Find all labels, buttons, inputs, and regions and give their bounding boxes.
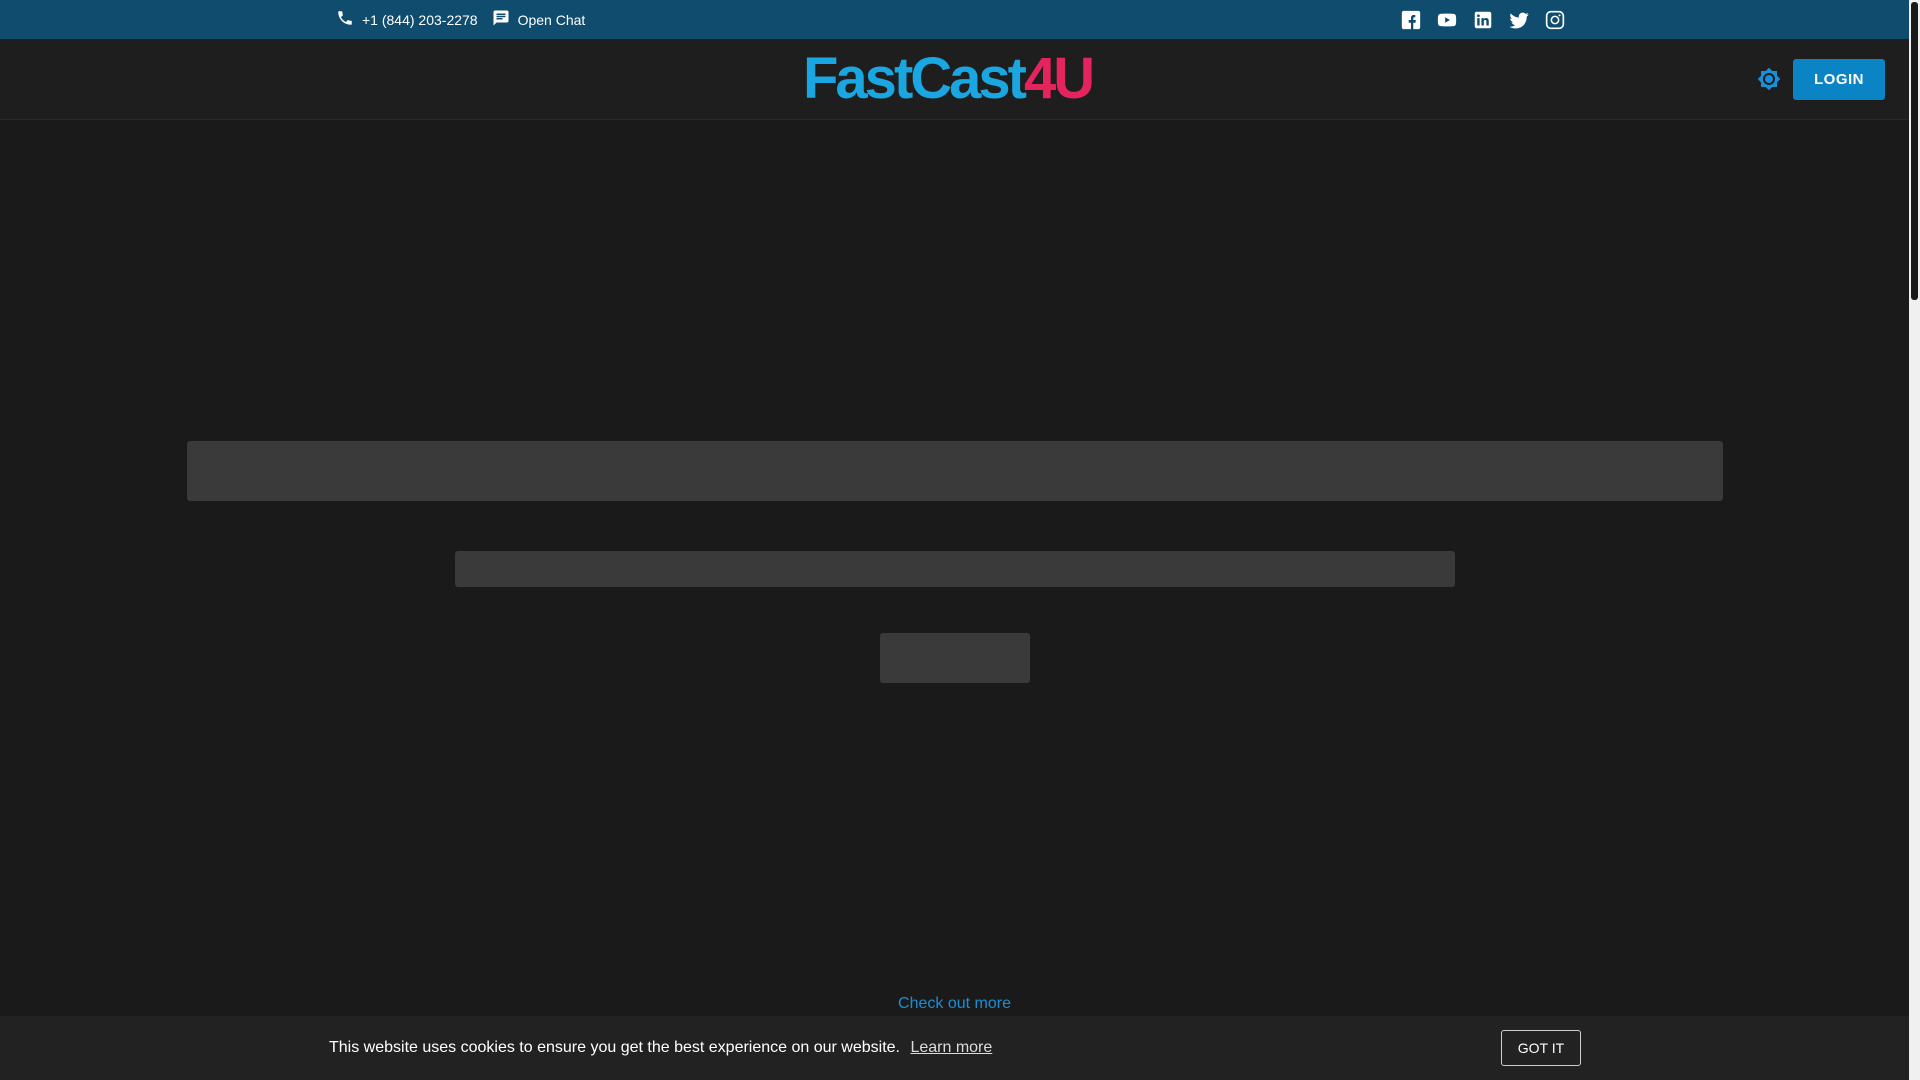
open-chat-link[interactable]: Open Chat <box>492 9 586 30</box>
top-utility-bar: +1 (844) 203-2278 Open Chat <box>0 0 1909 39</box>
page-scrollbar[interactable] <box>1909 0 1920 1080</box>
phone-icon <box>336 9 354 30</box>
contact-links: +1 (844) 203-2278 Open Chat <box>336 0 585 39</box>
check-out-more-link[interactable]: Check out more <box>0 995 1909 1013</box>
instagram-icon[interactable] <box>1544 9 1566 31</box>
cookie-message-container: This website uses cookies to ensure you … <box>329 1016 992 1080</box>
site-logo[interactable]: FastCast4U <box>803 50 1095 108</box>
learn-more-link[interactable]: Learn more <box>910 1039 992 1056</box>
youtube-icon[interactable] <box>1436 9 1458 31</box>
subtitle-placeholder <box>455 551 1455 587</box>
facebook-icon[interactable] <box>1400 9 1422 31</box>
open-chat-label: Open Chat <box>517 11 586 28</box>
cookie-consent-bar: This website uses cookies to ensure you … <box>0 1016 1909 1080</box>
logo-text-primary: FastCast <box>803 46 1027 111</box>
logo-text-accent: 4U <box>1023 46 1095 111</box>
title-placeholder <box>187 441 1723 501</box>
site-header: FastCast4U LOGIN <box>0 39 1909 120</box>
social-links <box>1400 0 1566 39</box>
linkedin-icon[interactable] <box>1472 9 1494 31</box>
theme-toggle-icon[interactable] <box>1756 66 1782 92</box>
login-button[interactable]: LOGIN <box>1793 59 1885 100</box>
cookie-message: This website uses cookies to ensure you … <box>329 1039 900 1056</box>
scrollbar-thumb[interactable] <box>1911 2 1918 300</box>
button-placeholder <box>880 633 1030 683</box>
got-it-button[interactable]: GOT IT <box>1501 1030 1581 1066</box>
phone-link[interactable]: +1 (844) 203-2278 <box>336 9 478 30</box>
twitter-icon[interactable] <box>1508 9 1530 31</box>
phone-number: +1 (844) 203-2278 <box>362 11 478 28</box>
chat-icon <box>492 9 510 30</box>
